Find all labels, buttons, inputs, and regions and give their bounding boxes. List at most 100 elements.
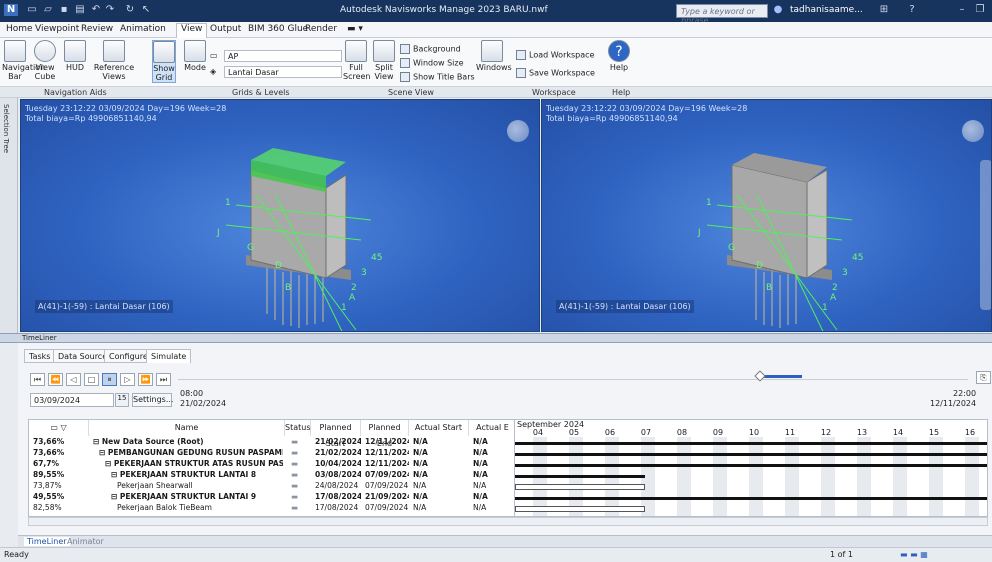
view-cube-button[interactable]: View Cube (32, 40, 58, 81)
table-row[interactable]: 49,55% ⊟ PEKERJAAN STRUKTUR LANTAI 9 ▬ 17/0… (29, 492, 517, 501)
tab-animation[interactable]: Animation (120, 24, 166, 34)
grid-select[interactable]: AP (224, 50, 342, 62)
open-icon[interactable]: ▱ (42, 4, 54, 16)
gantt-weekend-shade (677, 437, 691, 516)
play-icon[interactable]: ▷ (120, 373, 135, 386)
app-logo[interactable]: N (4, 4, 18, 16)
windows-button[interactable]: Windows (476, 40, 512, 72)
tab-render[interactable]: Render (305, 24, 337, 34)
table-row[interactable]: 67,7% ⊟ PEKERJAAN STRUKTUR ATAS RUSUN PAS… (29, 459, 517, 468)
gantt-weekend-shade (929, 437, 943, 516)
go-start-icon[interactable]: ⏮ (30, 373, 45, 386)
step-forward-icon[interactable]: ⏩ (138, 373, 153, 386)
svg-text:D: D (756, 261, 763, 271)
full-screen-button[interactable]: Full Screen (343, 40, 371, 81)
background-button[interactable]: Background (400, 44, 461, 54)
user-name[interactable]: tadhanisaame... (790, 5, 863, 15)
redo-icon[interactable]: ↷ (104, 4, 116, 16)
print-icon[interactable]: ▤ (74, 4, 86, 16)
horizontal-scrollbar[interactable] (28, 517, 988, 526)
tab-review[interactable]: Review (81, 24, 113, 34)
cell-pe: 07/09/2024 (365, 503, 409, 512)
group-workspace: Workspace (532, 88, 576, 97)
pause-icon[interactable]: ⏸ (102, 373, 117, 386)
tab-animator[interactable]: Animator (64, 537, 107, 546)
tab-viewpoint[interactable]: Viewpoint (35, 24, 79, 34)
tab-tasks[interactable]: Tasks (24, 349, 56, 363)
cell-ae: N/A (473, 459, 488, 468)
table-row[interactable]: 82,58% Pekerjaan Balok TieBeam ▬ 17/08/2024… (29, 503, 517, 512)
table-row[interactable]: 73,66% ⊟ PEMBANGUNAN GEDUNG RUSUN PASPAMP… (29, 448, 517, 457)
column-header-name[interactable]: Name (89, 420, 285, 436)
status-icon: ▬ (291, 481, 299, 490)
help-icon[interactable]: ? (906, 4, 918, 16)
status-icons[interactable]: ▬ ▬ ▦ (900, 550, 928, 559)
viewport-left[interactable]: Tuesday 23:12:22 03/09/2024 Day=196 Week… (20, 99, 540, 332)
column-header-status[interactable]: Status (285, 420, 311, 436)
status-icon: ▬ (291, 459, 299, 468)
title-bars-icon (400, 72, 410, 82)
save-icon[interactable]: ▪ (58, 4, 70, 16)
load-workspace-button[interactable]: Load Workspace (516, 50, 594, 60)
timeliner-panel: Tasks Data Sources Configure Simulate ⏮ … (18, 343, 992, 535)
timeline-slider-track[interactable] (178, 379, 968, 380)
gantt-bar[interactable] (515, 497, 987, 500)
tab-home[interactable]: Home (6, 24, 33, 34)
undo-icon[interactable]: ↶ (90, 4, 102, 16)
gantt-bar[interactable] (515, 464, 987, 467)
table-row[interactable]: 73,66% ⊟ New Data Source (Root) ▬ 21/02/202… (29, 437, 517, 446)
full-screen-icon (345, 40, 367, 62)
split-view-button[interactable]: Split View (371, 40, 397, 81)
selection-tree-tab[interactable]: Selection Tree (0, 98, 18, 334)
reference-views-button[interactable]: Reference Views (92, 40, 136, 81)
table-row[interactable]: 73,87% Pekerjaan Shearwall ▬ 24/08/2024 07/0… (29, 481, 517, 490)
column-header-planned-start[interactable]: Planned Start (311, 420, 361, 448)
viewport-right[interactable]: Tuesday 23:12:22 03/09/2024 Day=196 Week… (541, 99, 992, 332)
gantt-bar[interactable] (515, 475, 645, 478)
table-row[interactable]: 89,55% ⊟ PEKERJAAN STRUKTUR LANTAI 8 ▬ 03/0… (29, 470, 517, 479)
tab-timeliner-bottom[interactable]: TimeLiner (24, 537, 70, 546)
column-header-actual-end[interactable]: Actual E (469, 420, 517, 436)
tab-view[interactable]: View (176, 23, 208, 38)
minimize-icon[interactable]: – (956, 4, 968, 16)
settings-button[interactable]: Settings... (132, 393, 173, 407)
save-workspace-button[interactable]: Save Workspace (516, 68, 595, 78)
window-size-button[interactable]: Window Size (400, 58, 464, 68)
new-icon[interactable]: ▭ (26, 4, 38, 16)
search-input[interactable]: Type a keyword or phrase (676, 4, 768, 25)
show-grid-button[interactable]: Show Grid (152, 40, 176, 83)
step-back-icon[interactable]: ⏪ (48, 373, 63, 386)
date-field[interactable]: 03/09/2024 (30, 393, 114, 407)
calendar-icon[interactable]: 15 (115, 393, 129, 407)
gantt-bar[interactable] (515, 484, 645, 490)
gantt-chart[interactable]: September 2024 04 05 06 07 08 09 10 11 12 13 14 15 1… (514, 419, 988, 517)
gantt-bar[interactable] (515, 453, 987, 456)
gantt-weekend-shade (893, 437, 907, 516)
column-header-active[interactable]: ▭ ▽ (29, 420, 89, 436)
column-header-actual-start[interactable]: Actual Start (409, 420, 469, 436)
column-header-planned-end[interactable]: Planned End (361, 420, 409, 448)
cell-name: ⊟ PEKERJAAN STRUKTUR LANTAI 8 (111, 470, 257, 479)
restore-icon[interactable]: ❐ (974, 4, 986, 16)
select-icon[interactable]: ↖ (140, 4, 152, 16)
help-button[interactable]: ? Help (606, 40, 632, 72)
play-reverse-icon[interactable]: ◁ (66, 373, 81, 386)
tab-bim360[interactable]: BIM 360 Glue (248, 24, 308, 34)
export-icon[interactable]: ⎘ (976, 371, 991, 384)
go-end-icon[interactable]: ⏭ (156, 373, 171, 386)
refresh-icon[interactable]: ↻ (124, 4, 136, 16)
navigation-bar-button[interactable]: Navigation Bar (2, 40, 45, 81)
level-select[interactable]: Lantai Dasar (224, 66, 342, 78)
cart-icon[interactable]: ⊞ (878, 4, 890, 16)
gantt-bar[interactable] (515, 506, 645, 512)
tab-output[interactable]: Output (210, 24, 241, 34)
gantt-bar[interactable] (515, 442, 987, 445)
status-text: Ready (4, 550, 29, 559)
task-grid[interactable]: ▭ ▽ Name Status Planned Start Planned En… (28, 419, 517, 517)
mode-button[interactable]: Mode (182, 40, 208, 72)
show-title-bars-button[interactable]: Show Title Bars (400, 72, 475, 82)
hud-button[interactable]: HUD (62, 40, 88, 72)
stop-icon[interactable]: □ (84, 373, 99, 386)
tab-more-icon[interactable]: ▬ ▾ (347, 24, 363, 34)
tab-simulate[interactable]: Simulate (146, 349, 192, 363)
